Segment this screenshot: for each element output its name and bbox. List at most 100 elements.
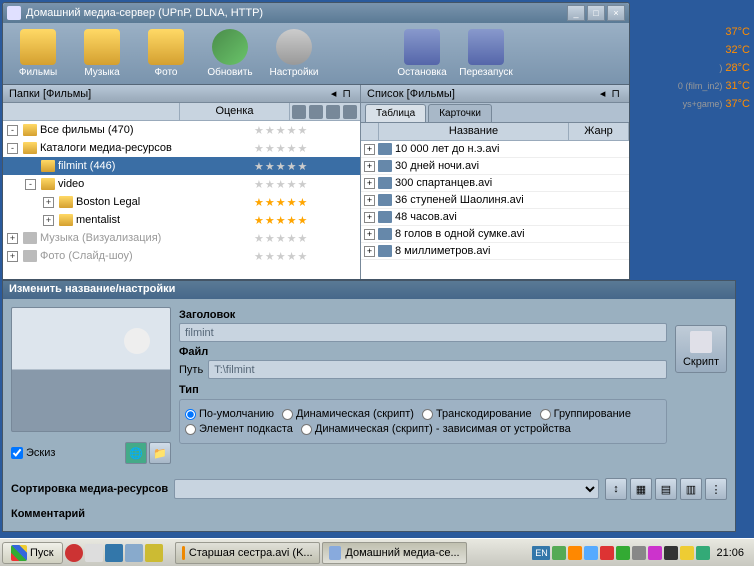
column-genre[interactable]: Жанр <box>569 123 629 140</box>
type-radio[interactable]: Транскодирование <box>422 408 532 420</box>
tree-expander[interactable]: - <box>7 143 18 154</box>
minimize-button[interactable]: _ <box>567 5 585 21</box>
rating-stars[interactable]: ★★★★★ <box>250 142 360 155</box>
list-row[interactable]: +10 000 лет до н.э.avi <box>361 141 629 158</box>
tray-icon[interactable] <box>696 546 710 560</box>
hdr-icon-3[interactable] <box>326 105 340 119</box>
list-expander[interactable]: + <box>364 195 375 206</box>
close-button[interactable]: × <box>607 5 625 21</box>
list-row[interactable]: +300 спартанцев.avi <box>361 175 629 192</box>
rating-stars[interactable]: ★★★★★ <box>250 178 360 191</box>
clock[interactable]: 21:06 <box>712 547 748 559</box>
tray-icon[interactable] <box>600 546 614 560</box>
toolbar-photo[interactable]: Фото <box>135 25 197 82</box>
list-row[interactable]: +8 миллиметров.avi <box>361 243 629 260</box>
tree-row[interactable]: -Все фильмы (470)★★★★★ <box>3 121 360 139</box>
pin2-icon[interactable]: ⊓ <box>342 87 351 100</box>
tree-row[interactable]: -Каталоги медиа-ресурсов★★★★★ <box>3 139 360 157</box>
start-button[interactable]: Пуск <box>2 542 63 564</box>
hdr-icon-4[interactable] <box>343 105 357 119</box>
tab-table[interactable]: Таблица <box>365 104 426 122</box>
tree-expander[interactable]: - <box>25 179 36 190</box>
rating-stars[interactable]: ★★★★★ <box>250 214 360 227</box>
file-list[interactable]: +10 000 лет до н.э.avi+30 дней ночи.avi+… <box>361 141 629 279</box>
tree-expander[interactable]: - <box>7 125 18 136</box>
rating-stars[interactable]: ★★★★★ <box>250 160 360 173</box>
list-row[interactable]: +36 ступеней Шаолиня.avi <box>361 192 629 209</box>
toolbar-stop[interactable]: Остановка <box>391 25 453 82</box>
rating-stars[interactable]: ★★★★★ <box>250 196 360 209</box>
pin-icon[interactable]: ◂ <box>600 87 606 100</box>
tab-cards[interactable]: Карточки <box>428 104 492 122</box>
list-row[interactable]: +8 голов в одной сумке.avi <box>361 226 629 243</box>
tree-expander[interactable]: + <box>43 215 54 226</box>
pin2-icon[interactable]: ⊓ <box>611 87 620 100</box>
hdr-icon-1[interactable] <box>292 105 306 119</box>
tray-icon[interactable] <box>616 546 630 560</box>
thumbnail-checkbox[interactable]: Эскиз <box>11 447 55 459</box>
rating-stars[interactable]: ★★★★★ <box>250 124 360 137</box>
tray-icon[interactable] <box>648 546 662 560</box>
tree-row[interactable]: +Boston Legal★★★★★ <box>3 193 360 211</box>
pin-icon[interactable]: ◂ <box>331 87 337 100</box>
type-radio[interactable]: Группирование <box>540 408 631 420</box>
task-item[interactable]: Старшая сестра.avi (K... <box>175 542 320 564</box>
toolbar-music[interactable]: Музыка <box>71 25 133 82</box>
quicklaunch-app3-icon[interactable] <box>125 544 143 562</box>
list-row[interactable]: +48 часов.avi <box>361 209 629 226</box>
maximize-button[interactable]: □ <box>587 5 605 21</box>
tree-expander[interactable]: + <box>7 251 18 262</box>
header-input[interactable] <box>179 323 667 342</box>
column-name[interactable]: Название <box>379 123 569 140</box>
script-button[interactable]: Скрипт <box>675 325 727 373</box>
thumb-open-button[interactable]: 📁 <box>149 442 171 464</box>
rating-stars[interactable]: ★★★★★ <box>250 250 360 263</box>
list-expander[interactable]: + <box>364 144 375 155</box>
type-radio[interactable]: По-умолчанию <box>185 408 274 420</box>
list-expander[interactable]: + <box>364 229 375 240</box>
tray-icon[interactable] <box>632 546 646 560</box>
tray-icon[interactable] <box>584 546 598 560</box>
thumb-browse-button[interactable]: 🌐 <box>125 442 147 464</box>
type-radio[interactable]: Динамическая (скрипт) <box>282 408 414 420</box>
tray-icon[interactable] <box>664 546 678 560</box>
type-radio[interactable]: Элемент подкаста <box>185 423 293 435</box>
list-expander[interactable]: + <box>364 178 375 189</box>
sort-btn-4[interactable]: ▥ <box>680 478 702 500</box>
sort-btn-2[interactable]: ▦ <box>630 478 652 500</box>
quicklaunch-app4-icon[interactable] <box>145 544 163 562</box>
type-radio[interactable]: Динамическая (скрипт) - зависимая от уст… <box>301 423 571 435</box>
language-indicator[interactable]: EN <box>532 546 550 560</box>
toolbar-settings[interactable]: Настройки <box>263 25 325 82</box>
tree-row[interactable]: +mentalist★★★★★ <box>3 211 360 229</box>
quicklaunch-app2-icon[interactable] <box>105 544 123 562</box>
folder-tree[interactable]: -Все фильмы (470)★★★★★-Каталоги медиа-ре… <box>3 121 360 279</box>
list-row[interactable]: +30 дней ночи.avi <box>361 158 629 175</box>
tray-icon[interactable] <box>552 546 566 560</box>
hdr-icon-2[interactable] <box>309 105 323 119</box>
toolbar-films[interactable]: Фильмы <box>7 25 69 82</box>
sort-select[interactable] <box>174 479 599 499</box>
path-input[interactable] <box>208 360 667 379</box>
toolbar-refresh[interactable]: Обновить <box>199 25 261 82</box>
tree-row[interactable]: filmint (446)★★★★★ <box>3 157 360 175</box>
sort-btn-3[interactable]: ▤ <box>655 478 677 500</box>
tray-icon[interactable] <box>680 546 694 560</box>
tree-expander[interactable]: + <box>7 233 18 244</box>
list-expander[interactable]: + <box>364 161 375 172</box>
list-expander[interactable]: + <box>364 246 375 257</box>
rating-stars[interactable]: ★★★★★ <box>250 232 360 245</box>
sort-btn-1[interactable]: ↕ <box>605 478 627 500</box>
tree-row[interactable]: +Музыка (Визуализация)★★★★★ <box>3 229 360 247</box>
tree-expander[interactable]: + <box>43 197 54 208</box>
toolbar-restart[interactable]: Перезапуск <box>455 25 517 82</box>
titlebar[interactable]: Домашний медиа-сервер (UPnP, DLNA, HTTP)… <box>3 3 629 23</box>
rating-column[interactable]: Оценка <box>180 103 290 120</box>
tree-row[interactable]: +Фото (Слайд-шоу)★★★★★ <box>3 247 360 265</box>
sort-btn-5[interactable]: ⋮ <box>705 478 727 500</box>
quicklaunch-opera-icon[interactable] <box>65 544 83 562</box>
tree-row[interactable]: -video★★★★★ <box>3 175 360 193</box>
quicklaunch-app-icon[interactable] <box>85 544 103 562</box>
list-expander[interactable]: + <box>364 212 375 223</box>
task-item[interactable]: Домашний медиа-се... <box>322 542 467 564</box>
